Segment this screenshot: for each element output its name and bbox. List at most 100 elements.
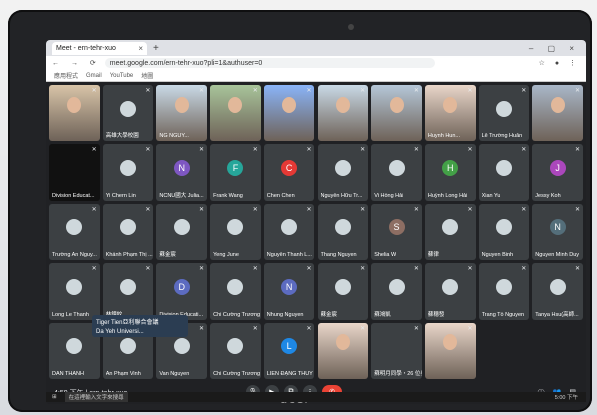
participant-tile[interactable]: ✕ Tanya Hsu(高師... (532, 263, 583, 320)
participant-tile[interactable]: ✕ Nguyen Binh (478, 203, 530, 261)
participant-video-face (443, 334, 458, 351)
muted-mic-icon: ✕ (467, 147, 473, 154)
participant-tile[interactable]: ✕ Xian Yu (478, 144, 530, 201)
participant-tile[interactable]: ✕ Chi Cường Trương (210, 263, 261, 320)
participant-tile[interactable]: C ✕ Chen Chen (263, 144, 315, 201)
participant-tile[interactable]: ✕ 蘇明月同學・26 位參與者 (371, 322, 422, 379)
participant-avatar: F (227, 160, 244, 177)
muted-mic-icon: ✕ (574, 147, 580, 154)
browser-menu-icons[interactable]: ☆ ● ⋮ (539, 59, 580, 67)
muted-mic-icon: ✕ (91, 206, 97, 213)
participant-tile[interactable]: N ✕ NCNU國大 Julia... (156, 144, 208, 201)
participant-tile[interactable]: ✕ Long Le Thanh (49, 263, 100, 320)
participant-avatar (227, 278, 244, 295)
tooltip-line2: Da Yeh Universi... (96, 329, 144, 335)
participant-tile[interactable]: H ✕ Huỳnh Long Hải (424, 144, 476, 201)
participant-tile[interactable]: ✕ Nguyễn Thanh L... (263, 203, 315, 261)
muted-mic-icon: ✕ (467, 206, 473, 213)
participant-tile[interactable]: N ✕ Nguyen Minh Duy (532, 203, 583, 261)
participant-tile[interactable]: ✕ (532, 85, 583, 142)
participant-name: Chi Cường Trương (213, 311, 261, 318)
muted-mic-icon: ✕ (199, 147, 205, 154)
participant-name: Chi Cường Trương (213, 370, 261, 377)
participant-video-face (228, 96, 243, 113)
participant-tile[interactable]: ✕ (210, 85, 261, 142)
participant-avatar (66, 338, 83, 355)
muted-mic-icon: ✕ (521, 266, 527, 273)
participant-tile[interactable]: ✕ Trường An Nguy... (49, 203, 100, 261)
participant-tile[interactable]: ✕ Nguyễn Hữu Tr... (317, 144, 369, 201)
participant-tile[interactable]: ✕ (424, 322, 476, 379)
participant-tile[interactable]: ✕ Division Educat... (49, 144, 100, 201)
participant-name: An Phạm Vinh (105, 370, 141, 377)
participant-tile[interactable]: N ✕ Nhung Nguyen (263, 263, 315, 320)
participant-name: Yi Chern Lin (105, 192, 136, 199)
participant-avatar: N (281, 278, 298, 295)
participant-tile[interactable]: F ✕ Frank Wang (210, 144, 261, 201)
address-bar[interactable]: meet.google.com/ern-tehr-xuo?pli=1&authu… (104, 58, 435, 68)
participant-tile[interactable]: ✕ Yeng June (210, 203, 261, 261)
participant-tile[interactable]: ✕ (317, 322, 369, 379)
muted-mic-icon: ✕ (145, 88, 151, 94)
start-icon[interactable]: ⊞ (52, 394, 57, 400)
bookmark-item[interactable]: 應用程式 (54, 71, 78, 80)
tooltip-line1: Tiger Tien亞利聯合會議 (96, 320, 159, 326)
bookmarks-bar: 應用程式 Gmail YouTube 地圖 (46, 70, 586, 82)
participant-tile[interactable]: ✕ 蘇穗發 (424, 263, 476, 320)
participant-tile[interactable]: ✕ Trang Tồ Nguyen (478, 263, 530, 320)
participant-video-face (550, 96, 565, 113)
muted-mic-icon: ✕ (360, 147, 366, 154)
muted-mic-icon: ✕ (145, 147, 151, 154)
participant-tile[interactable]: ✕ Khánh Phạm Thị ... (102, 203, 154, 261)
participant-tile[interactable]: ✕ 蘇金宸 (317, 263, 369, 320)
participant-tile[interactable]: ✕ Thang Nguyen (317, 203, 369, 261)
participant-avatar (442, 219, 459, 236)
participant-tile[interactable]: ✕ Huynh Hun... (424, 85, 476, 142)
bookmark-item[interactable]: YouTube (110, 73, 134, 79)
participant-name: 蘇明月同學・26 位參與者 (374, 370, 422, 377)
participant-avatar (281, 219, 298, 236)
close-tab-icon[interactable]: × (138, 44, 143, 53)
participant-tile[interactable]: ✕ Vi Hồng Hải (371, 144, 422, 201)
participant-tile[interactable]: ✕ Yi Chern Lin (102, 144, 154, 201)
muted-mic-icon: ✕ (360, 266, 366, 273)
participant-avatar (549, 278, 566, 295)
participant-tile[interactable]: D✕Division Educati... (156, 263, 208, 320)
participant-name: Long Le Thanh (52, 311, 89, 318)
participant-tile[interactable]: ✕ 蘇鴻凱 (371, 263, 422, 320)
participant-tile[interactable]: ✕ (371, 85, 422, 142)
window-controls[interactable]: – ▢ × (529, 44, 580, 53)
participant-tile[interactable]: ✕ 高雄大學校園 (102, 85, 154, 142)
participant-tile[interactable]: ✕林鐘紋 (102, 263, 154, 320)
participant-tile[interactable]: ✕ 蘇律 (424, 203, 476, 261)
bookmark-item[interactable]: Gmail (86, 73, 102, 79)
participant-tile[interactable]: ✕ (263, 85, 315, 142)
browser-tab[interactable]: Meet - ern-tehr-xuo × (52, 41, 147, 55)
participant-tile[interactable]: S ✕ Shelia W (371, 203, 422, 261)
participant-tile[interactable]: ✕ 蘇金宸 (156, 203, 208, 261)
participant-avatar (388, 278, 405, 295)
participant-tile[interactable]: L ✕ LIÊN ĐẶNG THUY (263, 322, 315, 379)
participant-name: LIÊN ĐẶNG THUY (266, 370, 313, 377)
participant-tile[interactable]: J ✕ Jessy Koh (532, 144, 583, 201)
participant-tile[interactable]: ✕ Chi Cường Trương (210, 322, 261, 379)
participant-video-face (174, 96, 189, 113)
muted-mic-icon: ✕ (252, 88, 258, 94)
participant-tile[interactable]: ✕ NG NGUY... (156, 85, 208, 142)
muted-mic-icon: ✕ (145, 206, 151, 213)
bookmark-item[interactable]: 地圖 (141, 71, 153, 80)
participant-tile[interactable]: ✕ Lê Trường Huân (478, 85, 530, 142)
taskbar-search[interactable]: 在這裡輸入文字來搜尋 (64, 392, 128, 402)
muted-mic-icon: ✕ (574, 206, 580, 213)
nav-buttons[interactable]: ← → ⟳ (52, 59, 101, 67)
participant-avatar (120, 219, 137, 236)
participant-avatar: J (549, 160, 566, 177)
muted-mic-icon: ✕ (91, 88, 97, 94)
new-tab-icon[interactable]: + (153, 43, 159, 54)
participant-video-face (335, 96, 350, 113)
participant-tile[interactable]: ✕ (317, 85, 369, 142)
participant-avatar: L (281, 338, 298, 355)
participant-tile[interactable]: ✕ (49, 85, 100, 142)
participant-name: Van Nguyen (159, 370, 190, 377)
muted-mic-icon: ✕ (574, 88, 580, 94)
